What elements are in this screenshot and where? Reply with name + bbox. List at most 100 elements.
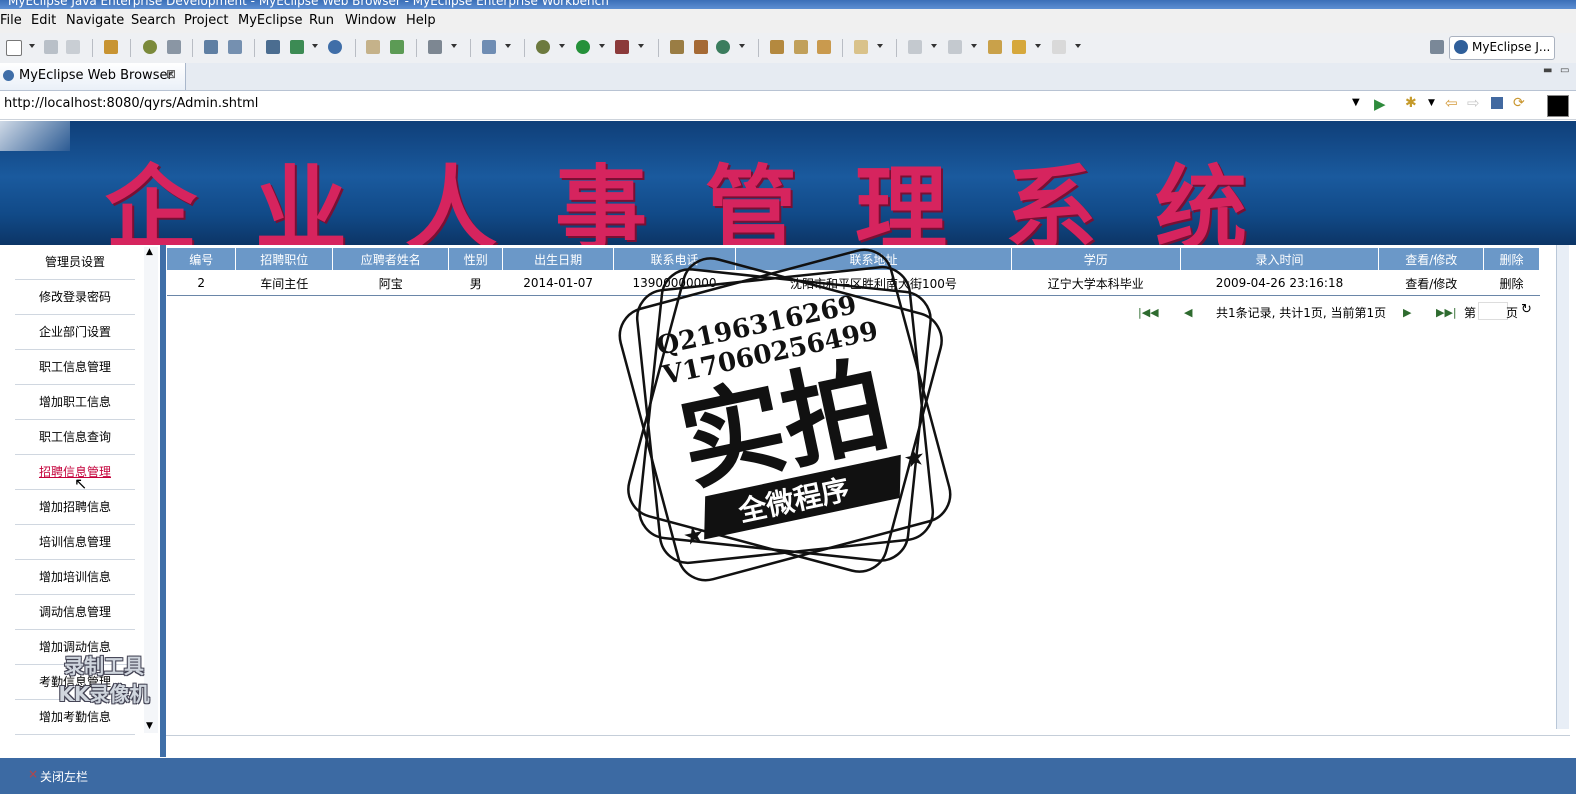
menu-run[interactable]: Run <box>309 13 334 28</box>
menu-navigate[interactable]: Navigate <box>66 13 124 28</box>
sidebar-item-add-recruitment[interactable]: 增加招聘信息 <box>15 490 135 525</box>
screenshot-dropdown-icon[interactable] <box>451 44 457 48</box>
first-page-icon[interactable]: |◀◀ <box>1138 306 1159 319</box>
sidebar-item-add-employee[interactable]: 增加职工信息 <box>15 385 135 420</box>
page-prefix: 第 <box>1464 306 1477 320</box>
prev-annotation-icon[interactable] <box>948 40 962 54</box>
close-icon[interactable]: ⊠ <box>166 67 176 81</box>
favorites-dropdown-icon[interactable]: ▼ <box>1428 98 1435 108</box>
cell-entry-time: 2009-04-26 23:16:18 <box>1180 270 1379 296</box>
tab-web-browser[interactable]: MyEclipse Web Browser ⊠ <box>0 63 186 90</box>
prev-annotation-dropdown-icon[interactable] <box>971 44 977 48</box>
sidebar-item-training-management[interactable]: 培训信息管理 <box>15 525 135 560</box>
go-page-icon[interactable]: ↻ <box>1521 302 1532 317</box>
run-server-icon[interactable] <box>290 40 304 54</box>
close-sidebar-icon[interactable]: × <box>28 767 38 781</box>
browser-refresh-icon[interactable]: ⟳ <box>1513 95 1525 111</box>
menu-edit[interactable]: Edit <box>31 13 56 28</box>
sidebar-item-employee-query[interactable]: 职工信息查询 <box>15 420 135 455</box>
sidebar-item-admin-settings[interactable]: 管理员设置 <box>15 245 135 280</box>
save-icon[interactable] <box>44 40 58 54</box>
open-type-icon[interactable] <box>670 40 684 54</box>
page-banner: 企业人事管理系统 <box>0 121 1576 245</box>
address-bar: http://localhost:8080/qyrs/Admin.shtml ▼… <box>0 91 1576 120</box>
favorites-icon[interactable]: ✱ <box>1405 95 1417 111</box>
debug-icon[interactable] <box>536 40 550 54</box>
menu-help[interactable]: Help <box>406 13 436 28</box>
external-tools-dropdown-icon[interactable] <box>638 44 644 48</box>
url-input[interactable]: http://localhost:8080/qyrs/Admin.shtml <box>4 96 258 111</box>
deploy-icon[interactable] <box>266 40 280 54</box>
back-dropdown-icon[interactable] <box>1035 44 1041 48</box>
run-server-dropdown-icon[interactable] <box>312 44 318 48</box>
scroll-up-icon[interactable]: ▲ <box>146 247 153 257</box>
edit-icon[interactable] <box>204 40 218 54</box>
mouse-cursor-icon: ↖ <box>74 474 88 493</box>
menu-file[interactable]: File <box>0 13 22 28</box>
browser-back-icon[interactable]: ⇦ <box>1445 94 1458 112</box>
screenshot-icon[interactable] <box>428 40 442 54</box>
pin-icon[interactable] <box>794 40 808 54</box>
url-dropdown-icon[interactable]: ▼ <box>1352 97 1360 108</box>
forward-icon[interactable] <box>1052 40 1066 54</box>
sidebar-item-change-password[interactable]: 修改登录密码 <box>15 280 135 315</box>
last-page-icon[interactable]: ▶▶| <box>1436 306 1457 319</box>
server-icon[interactable] <box>167 40 181 54</box>
forward-dropdown-icon[interactable] <box>1075 44 1081 48</box>
minimize-icon[interactable]: ▬ <box>1543 65 1552 76</box>
last-edit-icon[interactable] <box>988 40 1002 54</box>
new-icon[interactable] <box>6 40 22 56</box>
browser-forward-icon[interactable]: ⇨ <box>1467 94 1480 112</box>
globe-icon[interactable] <box>328 40 342 54</box>
perspective-button[interactable]: MyEclipse J... <box>1449 36 1555 60</box>
menu-myeclipse[interactable]: MyEclipse <box>238 13 303 28</box>
next-annotation-dropdown-icon[interactable] <box>931 44 937 48</box>
cell-position: 车间主任 <box>235 270 333 296</box>
sidebar-item-department-settings[interactable]: 企业部门设置 <box>15 315 135 350</box>
new-project-dropdown-icon[interactable] <box>505 44 511 48</box>
new-project-icon[interactable] <box>482 40 496 54</box>
save-all-icon[interactable] <box>66 40 80 54</box>
console-icon[interactable] <box>1547 95 1569 117</box>
new-dropdown-icon[interactable] <box>29 44 35 48</box>
myeclipse-logo-icon <box>1454 40 1468 54</box>
find-icon[interactable] <box>228 40 242 54</box>
hierarchy-icon[interactable] <box>694 40 708 54</box>
go-icon[interactable]: ▶ <box>1374 95 1386 113</box>
refresh-icon[interactable] <box>716 40 730 54</box>
run-dropdown-icon[interactable] <box>599 44 605 48</box>
sidebar-item-transfer-management[interactable]: 调动信息管理 <box>15 595 135 630</box>
column-header: 学历 <box>1010 247 1181 271</box>
tasks-icon[interactable] <box>770 40 784 54</box>
menu-window[interactable]: Window <box>345 13 396 28</box>
content-scrollbar[interactable] <box>1556 245 1569 729</box>
folder-dropdown-icon[interactable] <box>877 44 883 48</box>
add-folder-icon[interactable] <box>390 40 404 54</box>
back-icon[interactable] <box>1012 40 1026 54</box>
tab-label: MyEclipse Web Browser <box>19 68 173 83</box>
delete-link[interactable]: 删除 <box>1483 270 1540 296</box>
menu-project[interactable]: Project <box>184 13 228 28</box>
page-number-input[interactable] <box>1478 302 1508 320</box>
maximize-icon[interactable]: ▭ <box>1560 65 1569 76</box>
menu-search[interactable]: Search <box>131 13 176 28</box>
prev-page-icon[interactable]: ◀ <box>1184 306 1192 319</box>
sidebar-item-add-training[interactable]: 增加培训信息 <box>15 560 135 595</box>
close-sidebar-link[interactable]: 关闭左栏 <box>40 768 88 785</box>
folder-icon[interactable] <box>854 40 868 54</box>
bug-icon[interactable] <box>143 40 157 54</box>
open-perspective-icon[interactable] <box>1430 40 1444 54</box>
sidebar-item-employee-management[interactable]: 职工信息管理 <box>15 350 135 385</box>
bookmark-icon[interactable] <box>817 40 831 54</box>
next-page-icon[interactable]: ▶ <box>1403 306 1411 319</box>
external-tools-icon[interactable] <box>615 40 629 54</box>
view-edit-link[interactable]: 查看/修改 <box>1378 270 1484 296</box>
run-icon[interactable] <box>576 40 590 54</box>
next-annotation-icon[interactable] <box>908 40 922 54</box>
stop-icon[interactable] <box>1491 97 1503 109</box>
scroll-down-icon[interactable]: ▼ <box>146 721 153 731</box>
debug-dropdown-icon[interactable] <box>559 44 565 48</box>
package-icon[interactable] <box>104 40 118 54</box>
open-folder-icon[interactable] <box>366 40 380 54</box>
refresh-dropdown-icon[interactable] <box>739 44 745 48</box>
